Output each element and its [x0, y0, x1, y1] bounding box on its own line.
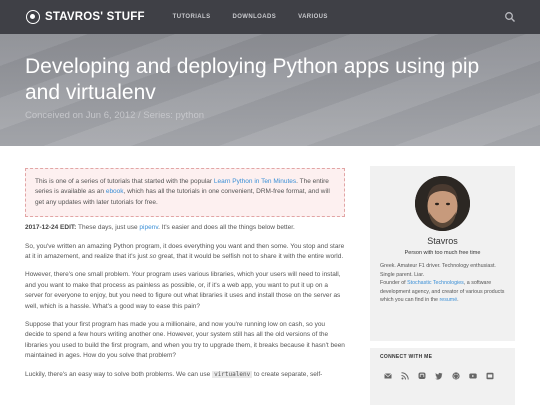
page-title: Developing and deploying Python apps usi… — [25, 55, 480, 104]
connect-card: CONNECT WITH ME — [370, 348, 515, 405]
callout-text-1: This is one of a series of tutorials tha… — [35, 178, 214, 185]
learn-python-link[interactable]: Learn Python in Ten Minutes — [214, 178, 296, 185]
mail-alt-icon[interactable] — [486, 372, 494, 380]
twitter-icon[interactable] — [435, 372, 443, 380]
top-navbar: STAVROS' STUFF TUTORIALS DOWNLOADS VARIO… — [0, 0, 540, 34]
author-bio-line-1: Greek. Amateur F1 driver. Technology ent… — [380, 263, 496, 278]
author-name: Stavros — [427, 236, 458, 246]
site-brand-text: STAVROS' STUFF — [45, 11, 145, 23]
site-logo-icon — [26, 10, 40, 24]
series-callout: This is one of a series of tutorials tha… — [25, 168, 345, 218]
bio-text-a: Founder of — [380, 280, 408, 287]
paragraph-4: Luckily, there's an easy way to solve bo… — [25, 370, 345, 380]
github-icon[interactable] — [452, 372, 460, 380]
virtualenv-code: virtualenv — [212, 370, 253, 378]
paragraph-1: So, you've written an amazing Python pro… — [25, 242, 345, 263]
social-icons — [384, 372, 503, 380]
mastodon-icon[interactable] — [418, 372, 426, 380]
paragraph-4-text-a: Luckily, there's an easy way to solve bo… — [25, 370, 213, 378]
paragraph-4-text-b: to create separate, self- — [252, 370, 323, 378]
author-bio-line-2: Founder of Stochastic Technologies, a so… — [380, 279, 508, 305]
nav-link-downloads[interactable]: DOWNLOADS — [233, 14, 277, 20]
ebook-link[interactable]: ebook — [106, 188, 124, 195]
paragraph-2: However, there's one small problem. Your… — [25, 271, 341, 310]
connect-title: CONNECT WITH ME — [380, 354, 433, 360]
author-card: Stavros Person with too much free time G… — [370, 166, 515, 341]
nav-links: TUTORIALS DOWNLOADS VARIOUS — [173, 14, 350, 20]
nav-link-tutorials[interactable]: TUTORIALS — [173, 14, 211, 20]
article-content: This is one of a series of tutorials tha… — [25, 168, 345, 388]
edit-label: 2017-12-24 EDIT: — [25, 224, 77, 232]
rss-icon[interactable] — [401, 372, 409, 380]
author-tagline: Person with too much free time — [404, 250, 481, 256]
site-brand-link[interactable]: STAVROS' STUFF — [26, 10, 145, 24]
edit-note: 2017-12-24 EDIT: These days, just use pi… — [25, 223, 345, 233]
email-icon[interactable] — [384, 372, 392, 380]
bio-text-c: . — [457, 297, 459, 304]
post-meta: Conceived on Jun 6, 2012 / Series: pytho… — [25, 110, 205, 121]
stochastic-link[interactable]: Stochastic Technologies — [407, 280, 464, 286]
paragraph-1-text-b: great, that it would be selfish not to s… — [156, 253, 344, 261]
author-photo — [415, 176, 470, 231]
paragraph-3: Suppose that your first program has made… — [25, 321, 345, 360]
resume-link[interactable]: resumé — [439, 297, 457, 303]
nav-link-various[interactable]: VARIOUS — [298, 14, 328, 20]
pipenv-link[interactable]: pipenv — [139, 224, 158, 231]
edit-text-2: . It's easier and does all the things be… — [158, 224, 295, 232]
avatar — [415, 176, 470, 231]
author-bio: Greek. Amateur F1 driver. Technology ent… — [380, 262, 508, 305]
search-icon[interactable] — [504, 11, 516, 23]
youtube-icon[interactable] — [469, 372, 477, 380]
hero-banner: Developing and deploying Python apps usi… — [0, 34, 540, 146]
edit-text-1: These days, just use — [76, 224, 140, 232]
